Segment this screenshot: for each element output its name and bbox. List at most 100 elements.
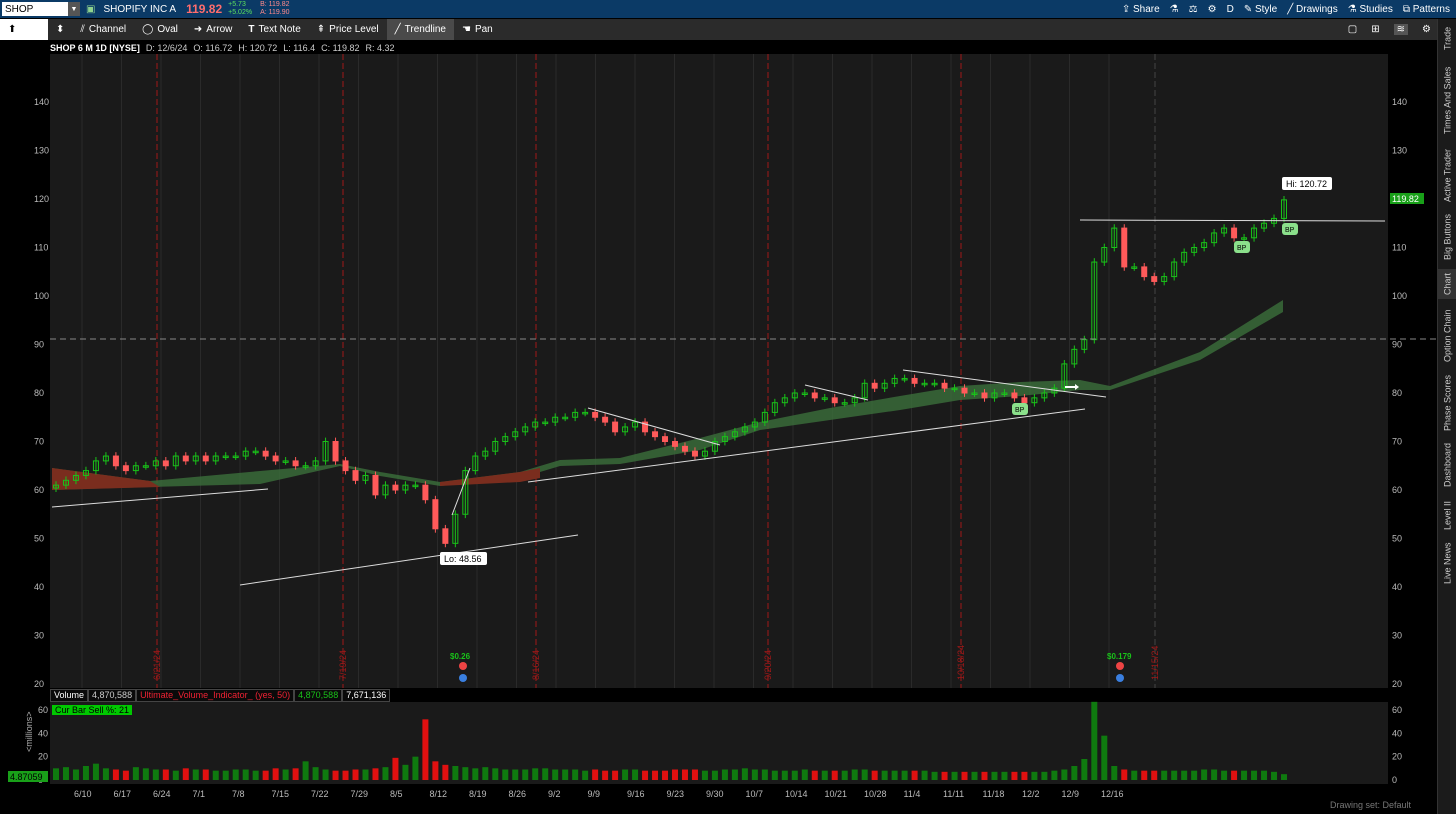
patterns-button[interactable]: ⧉ Patterns <box>1403 4 1450 15</box>
link-icon[interactable]: ▣ <box>86 4 95 15</box>
beaker-icon[interactable]: ⚖ <box>1189 4 1198 15</box>
volume-bar <box>72 769 79 780</box>
volume-bar <box>112 769 119 780</box>
x-tick-label: 9/9 <box>588 789 601 799</box>
volume-bar <box>392 757 399 780</box>
chevron-down-icon[interactable]: ▼ <box>68 2 80 16</box>
volume-bar <box>202 769 209 780</box>
candle <box>162 460 169 467</box>
change-percent: +5.02% <box>228 9 253 16</box>
trendline-icon: ╱ <box>394 24 401 35</box>
x-tick-label: 10/21 <box>825 789 848 799</box>
text-icon: T <box>248 24 255 35</box>
candle <box>691 450 698 457</box>
y-tick-label: 60 <box>34 485 44 495</box>
flask-icon[interactable]: ⚗ <box>1170 4 1179 15</box>
link-grid-icon[interactable]: ≋ <box>1393 24 1409 35</box>
last-price-tag: 119.82 <box>1390 193 1424 204</box>
tab-active-trader[interactable]: Active Trader <box>1438 145 1456 205</box>
tab-option-chain[interactable]: Option Chain <box>1438 305 1456 367</box>
y-tick-label: 70 <box>34 437 44 447</box>
tab-chart[interactable]: Chart <box>1438 269 1456 299</box>
oval-icon: ◯ <box>142 24 154 35</box>
candle <box>342 460 349 472</box>
pan-tool[interactable]: ☚ Pan <box>454 19 501 40</box>
tab-dashboard[interactable]: Dashboard <box>1438 439 1456 491</box>
earnings-icon <box>1116 662 1124 670</box>
tab-live-news[interactable]: Live News <box>1438 539 1456 587</box>
volume-bar <box>452 766 459 780</box>
tab-phase-scores[interactable]: Phase Scores <box>1438 373 1456 433</box>
y-tick-label-right: 110 <box>1392 243 1406 253</box>
y-tick-label-right: 50 <box>1392 534 1402 544</box>
volume-bar <box>342 770 349 780</box>
volume-bar <box>622 769 629 780</box>
volume-bar <box>82 766 89 780</box>
share-button[interactable]: ⇪ Share <box>1122 4 1160 15</box>
volume-bar <box>711 770 718 780</box>
y-tick-label-right: 90 <box>1392 340 1402 350</box>
volume-tick-label-right: 20 <box>1392 752 1402 762</box>
volume-bar <box>681 769 688 780</box>
ask: A: 119.90 <box>260 9 290 16</box>
volume-bar <box>332 770 339 780</box>
volume-bar <box>881 770 888 780</box>
trendline-tool[interactable]: ╱ Trendline <box>386 19 454 40</box>
channel-label: Channel <box>88 24 127 35</box>
tab-big-buttons[interactable]: Big Buttons <box>1438 211 1456 263</box>
studies-button[interactable]: ⚗ Studies <box>1348 4 1393 15</box>
pin-tool[interactable]: ⬍ <box>48 19 72 40</box>
tab-times-and-sales[interactable]: Times And Sales <box>1438 63 1456 137</box>
oval-label: Oval <box>157 24 178 35</box>
y-tick-label: 40 <box>34 582 44 592</box>
aggregation-button[interactable]: D <box>1227 4 1234 15</box>
gear-icon[interactable]: ⚙ <box>1208 4 1217 15</box>
candle <box>671 441 678 447</box>
volume-bar <box>62 767 69 780</box>
volume-bar <box>901 770 908 780</box>
volume-bar <box>801 769 808 780</box>
volume-bar <box>931 771 938 780</box>
bp-marker[interactable]: BP <box>1282 223 1298 235</box>
bid: B: 119.82 <box>260 1 290 8</box>
volume-tick-label-right: 0 <box>1392 775 1397 785</box>
style-button[interactable]: ✎ Style <box>1244 4 1277 15</box>
channel-tool[interactable]: ⫽ Channel <box>72 19 134 40</box>
bp-marker[interactable]: BP <box>1234 241 1250 253</box>
last-price: 119.82 <box>186 2 223 16</box>
tab-trade[interactable]: Trade <box>1438 23 1456 53</box>
earnings-text: $0.26 <box>450 652 471 661</box>
candle <box>811 392 818 399</box>
price-level-tool[interactable]: ⇞ Price Level <box>309 19 387 40</box>
volume-bar <box>1041 771 1048 780</box>
change-value: +5.73 <box>228 1 246 8</box>
volume-bar <box>671 769 678 780</box>
drawings-button[interactable]: ╱ Drawings <box>1287 4 1338 15</box>
single-layout-icon[interactable]: ▢ <box>1348 24 1357 35</box>
candle <box>612 421 619 433</box>
volume-bar <box>372 768 379 780</box>
change-block: +5.73 +5.02% <box>228 1 252 17</box>
grid-layout-icon[interactable]: ⊞ <box>1371 24 1379 35</box>
arrow-tool[interactable]: ➜ Arrow <box>186 19 241 40</box>
cursor-tool[interactable]: ⬆ <box>0 19 48 40</box>
volume-bar <box>152 769 159 780</box>
candle <box>122 465 129 472</box>
x-tick-label: 12/9 <box>1062 789 1080 799</box>
text-note-tool[interactable]: T Text Note <box>240 19 308 40</box>
symbol-input[interactable]: SHOP ▼ <box>2 2 80 16</box>
oval-tool[interactable]: ◯ Oval <box>134 19 186 40</box>
volume-bar <box>741 768 748 780</box>
candle <box>422 484 429 501</box>
candle <box>202 455 209 462</box>
bp-marker[interactable]: BP <box>1012 403 1028 415</box>
tab-level-ii[interactable]: Level II <box>1438 497 1456 533</box>
volume-bar <box>252 770 259 780</box>
volume-tick-label-right: 60 <box>1392 705 1402 715</box>
volume-bar <box>362 769 369 780</box>
volume-bar <box>891 770 898 780</box>
top-bar: SHOP ▼ ▣ SHOPIFY INC A 119.82 +5.73 +5.02… <box>0 0 1456 18</box>
x-tick-label: 7/15 <box>272 789 290 799</box>
settings-gear-icon[interactable]: ⚙ <box>1422 24 1431 35</box>
x-tick-label: 10/7 <box>746 789 764 799</box>
